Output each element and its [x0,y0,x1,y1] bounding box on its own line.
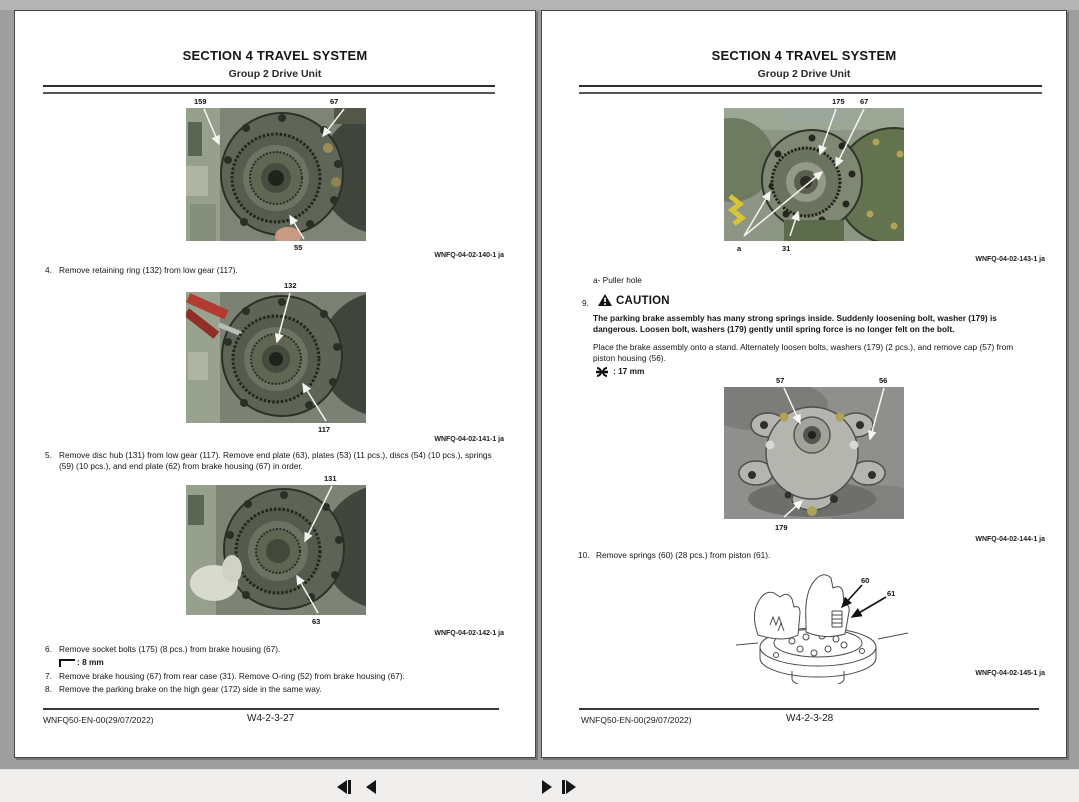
skip-last-icon [566,780,576,794]
next-page-button[interactable] [542,777,552,797]
callout-61: 61 [887,589,896,598]
step-9-body-text: Place the brake assembly onto a stand. A… [593,342,1014,364]
figure-140-photo [186,108,366,241]
hex-key-icon [59,658,75,667]
first-page-button[interactable] [337,777,351,797]
callout-31: 31 [782,244,791,253]
footer-rule [43,708,499,710]
group-subtitle: Group 2 Drive Unit [757,68,851,80]
next-page-icon [542,780,552,794]
step-6-number: 6. [45,644,52,654]
canvas-top-strip [0,0,1079,10]
document-page-right[interactable]: SECTION 4 TRAVEL SYSTEM Group 2 Drive Un… [541,10,1067,758]
figure-144-caption: WNFQ-04-02-144-1 ja [975,536,1045,543]
step-7-text: Remove brake housing (67) from rear case… [59,671,405,681]
prev-page-icon [366,780,376,794]
step-6-tool-size: : 8 mm [59,657,104,667]
callout-a: a [737,244,742,253]
callout-67: 67 [860,97,869,106]
header-rule [43,85,495,94]
step-7-number: 7. [45,671,52,681]
step-4-text: Remove retaining ring (132) from low gea… [59,265,238,275]
section-title: SECTION 4 TRAVEL SYSTEM [711,48,897,63]
figure-145-caption: WNFQ-04-02-145-1 ja [975,670,1045,677]
last-page-button[interactable] [562,777,576,797]
step-4-number: 4. [45,265,52,275]
footer-doc-code: WNFQ50-EN-00(29/07/2022) [581,715,692,725]
viewer-toolbar: 787 (787 / 1289) [0,769,1079,802]
callout-132: 132 [284,281,297,290]
callout-63: 63 [312,617,321,626]
callout-57: 57 [776,376,785,385]
figure-143-photo [724,108,904,241]
group-subtitle: Group 2 Drive Unit [228,68,322,80]
figure-144: 57 56 179 [724,376,904,532]
figure-144-photo [724,387,904,519]
figure-143-caption: WNFQ-04-02-143-1 ja [975,256,1045,263]
step-5-text: Remove disc hub (131) from low gear (117… [59,450,492,472]
step-9-number: 9. [582,298,589,308]
header-rule [579,85,1042,94]
figure-141-caption: WNFQ-04-02-141-1 ja [434,436,504,443]
callout-56: 56 [879,376,888,385]
figure-141-photo [186,292,366,423]
figure-140-caption: WNFQ-04-02-140-1 ja [434,252,504,259]
step-8-text: Remove the parking brake on the high gea… [59,684,322,694]
callout-67: 67 [330,97,339,106]
footer-doc-code: WNFQ50-EN-00(29/07/2022) [43,715,154,725]
caution-title: CAUTION [616,295,670,307]
figure-142-caption: WNFQ-04-02-142-1 ja [434,630,504,637]
callout-131: 131 [324,474,337,483]
footer-page-number: W4-2-3-28 [786,713,834,724]
tool-size-text: : 17 mm [613,366,645,376]
prev-page-button[interactable] [366,777,376,797]
document-page-left[interactable]: SECTION 4 TRAVEL SYSTEM Group 2 Drive Un… [14,10,536,758]
figure-141: 132 117 [186,281,366,434]
callout-55: 55 [294,243,303,252]
callout-159: 159 [194,97,207,106]
skip-first-icon [337,780,347,794]
note-puller-hole: a- Puller hole [593,275,642,285]
pdf-viewer-window: SECTION 4 TRAVEL SYSTEM Group 2 Drive Un… [0,0,1079,802]
figure-143: 175 67 a 31 [724,97,904,253]
figure-145-drawing [736,559,908,684]
section-title: SECTION 4 TRAVEL SYSTEM [182,48,368,63]
callout-117: 117 [318,425,331,434]
callout-179: 179 [775,523,788,532]
step-5-number: 5. [45,450,52,460]
step-10-number: 10. [578,550,590,560]
figure-142-photo [186,485,366,615]
callout-60: 60 [861,576,870,585]
figure-145: 60 61 [736,559,908,684]
callout-175: 175 [832,97,845,106]
wrench-icon [596,366,608,377]
footer-page-number: W4-2-3-27 [247,713,295,724]
figure-140: 159 67 55 [186,97,366,252]
figure-142: 131 63 [186,474,366,626]
tool-size-text: : 8 mm [77,657,104,667]
step-9-tool-size: : 17 mm [593,366,644,377]
step-6-text: Remove socket bolts (175) (8 pcs.) from … [59,644,281,654]
footer-rule [579,708,1039,710]
caution-icon [598,294,612,306]
caution-warning-text: The parking brake assembly has many stro… [593,313,997,335]
step-8-number: 8. [45,684,52,694]
